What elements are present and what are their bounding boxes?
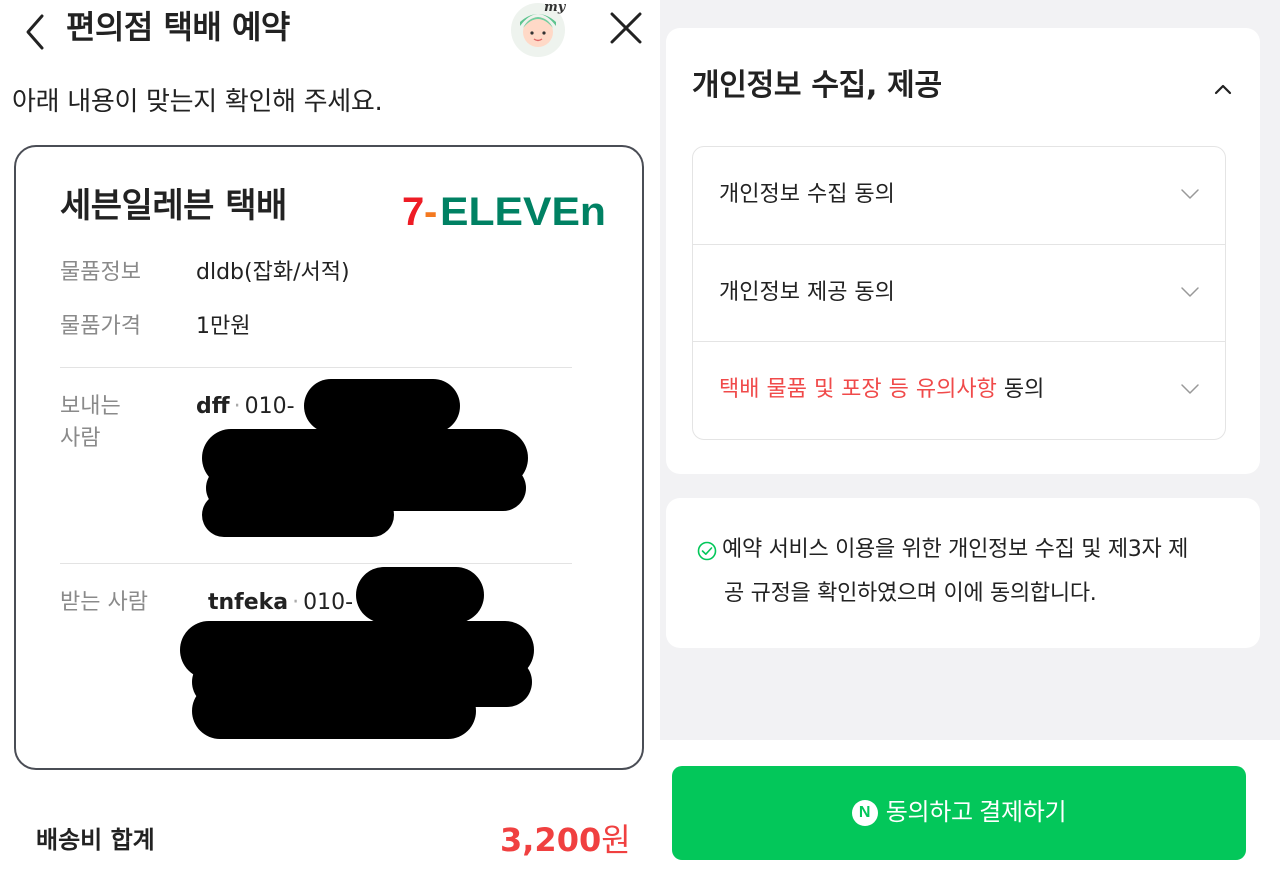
chevron-down-icon [1181,384,1199,394]
chevron-left-icon [26,14,44,50]
receiver-name: tnfeka [208,590,289,615]
close-button[interactable] [604,6,648,50]
shipping-fee-amount: 3,200원 [500,816,631,864]
sender-phone: 010- [244,394,295,419]
instruction-text: 아래 내용이 맞는지 확인해 주세요. [12,87,383,117]
receiver-label: 받는 사람 [60,590,148,615]
receiver-value: tnfeka · 010- [208,587,353,619]
pay-button-label: 동의하고 결제하기 [885,799,1067,826]
precautions-highlight: 택배 물품 및 포장 등 유의사항 [719,377,997,402]
svg-text:ELEVEn: ELEVEn [440,190,606,231]
check-circle-icon [697,541,717,561]
agreement-line2: 공 규정을 확인하였으며 이에 동의합니다. [724,581,1097,606]
consent-item-collection[interactable]: 개인정보 수집 동의 [693,147,1225,244]
consent-list: 개인정보 수집 동의 개인정보 제공 동의 택배 물품 및 포장 등 유의사항 … [692,146,1226,440]
agreement-card: 예약 서비스 이용을 위한 개인정보 수집 및 제3자 제 공 규정을 확인하였… [666,498,1260,648]
item-price-label: 물품가격 [60,314,141,339]
close-icon [610,12,642,44]
agreement-line1: 예약 서비스 이용을 위한 개인정보 수집 및 제3자 제 [722,537,1189,562]
redaction-mark [304,379,460,433]
chevron-down-icon [1181,287,1199,297]
chevron-up-icon [1214,84,1232,95]
divider [60,563,572,564]
reservation-panel: 편의점 택배 예약 my 아래 내용이 맞는지 확인해 주세요. 세븐일레븐 택… [0,0,660,883]
item-info-value: dldb(잡화/서적) [196,260,350,285]
consent-item-provision[interactable]: 개인정보 제공 동의 [693,244,1225,341]
seven-eleven-logo: 7 - ELEVEn [402,190,606,231]
privacy-consent-card: 개인정보 수집, 제공 개인정보 수집 동의 개인정보 제공 동의 택배 물품 … [666,28,1260,474]
avatar[interactable]: my [508,0,568,58]
collapse-button[interactable] [1206,76,1240,102]
consent-item-label: 개인정보 수집 동의 [719,182,895,207]
pay-button-content: N 동의하고 결제하기 [672,766,1246,860]
page-title: 편의점 택배 예약 [66,8,290,46]
sender-value: dff · 010- [196,391,295,423]
sender-label-line2: 사람 [60,426,101,451]
redaction-mark [356,567,484,623]
separator-dot: · [233,394,241,419]
naver-n-icon: N [851,800,878,826]
redaction-mark [192,683,476,739]
redaction-mark [202,493,394,537]
item-info-label: 물품정보 [60,260,141,285]
receiver-phone: 010- [303,590,354,615]
bottom-action-bar: N 동의하고 결제하기 [660,740,1280,883]
consent-section-title: 개인정보 수집, 제공 [692,68,942,103]
chevron-down-icon [1181,189,1199,199]
consent-panel: 개인정보 수집, 제공 개인정보 수집 동의 개인정보 제공 동의 택배 물품 … [660,0,1280,883]
fee-value: 3,200 [500,821,602,859]
avatar-icon: my [511,0,567,57]
precautions-suffix: 동의 [996,377,1045,402]
courier-title: 세븐일레븐 택배 [60,186,287,226]
sender-name: dff [196,394,230,419]
consent-item-label: 개인정보 제공 동의 [719,280,895,305]
consent-item-label: 택배 물품 및 포장 등 유의사항 동의 [719,372,1044,408]
item-price-value: 1만원 [196,314,251,339]
shipping-fee-label: 배송비 합계 [36,826,155,854]
separator-dot: · [292,590,300,615]
agree-and-pay-button[interactable]: N 동의하고 결제하기 [672,766,1246,860]
consent-item-precautions[interactable]: 택배 물품 및 포장 등 유의사항 동의 [693,341,1225,438]
sender-label: 보내는 사람 [60,391,121,455]
divider [60,367,572,368]
sender-label-line1: 보내는 [60,394,121,419]
agreement-text: 예약 서비스 이용을 위한 개인정보 수집 및 제3자 제 공 규정을 확인하였… [722,528,1242,616]
svg-text:my: my [544,0,567,15]
svg-text:7: 7 [402,190,424,231]
fee-unit: 원 [601,821,631,859]
svg-text:-: - [424,190,437,231]
back-button[interactable] [14,4,54,54]
shipment-summary-card: 세븐일레븐 택배 7 - ELEVEn 물품정보 dldb(잡화/서적) 물품가… [14,145,644,770]
